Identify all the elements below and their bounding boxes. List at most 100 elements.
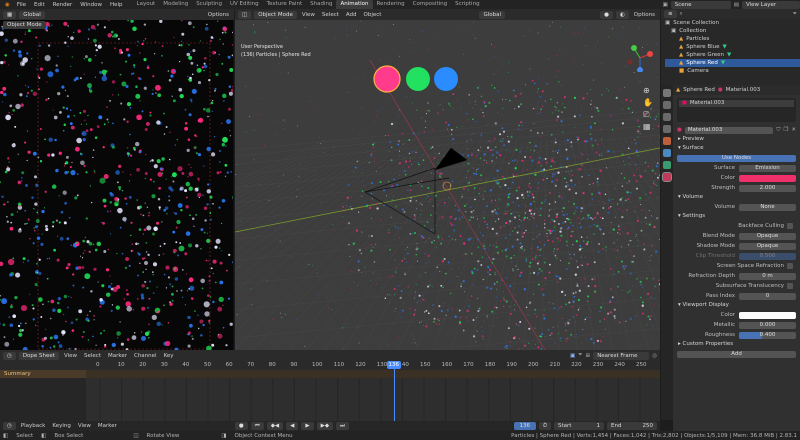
jump-start-icon[interactable]: ⏮: [250, 422, 264, 430]
scene-selector[interactable]: Scene: [670, 0, 731, 9]
viewport-menu-view[interactable]: View: [300, 12, 317, 18]
tool-tab-icon[interactable]: [663, 89, 671, 97]
preview-range-icon[interactable]: ⏱: [538, 422, 551, 430]
current-frame-indicator[interactable]: 136: [386, 361, 401, 369]
viewport-shading-material-icon[interactable]: ◐: [615, 10, 629, 19]
play-reverse-icon[interactable]: ◀: [286, 422, 299, 430]
use-nodes-button[interactable]: Use Nodes: [677, 154, 796, 162]
add-property-button[interactable]: Add: [677, 350, 796, 358]
outliner-search-icon[interactable]: ⌕: [680, 11, 683, 18]
timeline-editor-type-button[interactable]: ◷: [3, 422, 16, 430]
prev-key-icon[interactable]: ◆◀: [266, 422, 284, 430]
proportional-icon[interactable]: ◎: [652, 353, 657, 359]
record-icon[interactable]: ●: [234, 422, 248, 430]
workspace-tab-compositing[interactable]: Compositing: [409, 0, 451, 9]
outliner-item-scene-collection[interactable]: ▣ Scene Collection: [665, 19, 800, 27]
modifier-tab-icon[interactable]: [663, 149, 671, 157]
outliner-filter-icon[interactable]: ⏷: [793, 11, 797, 18]
copy-material-icon[interactable]: ❐: [783, 127, 788, 133]
left-mode-dropdown[interactable]: Object Mode: [3, 21, 46, 29]
3d-viewport[interactable]: User Perspective (136) Particles | Spher…: [235, 20, 660, 350]
dope-menu-channel[interactable]: Channel: [132, 353, 159, 359]
workspace-tab-uv-editing[interactable]: UV Editing: [226, 0, 263, 9]
workspace-tab-animation[interactable]: Animation: [336, 0, 373, 9]
subsurface-checkbox[interactable]: [787, 283, 793, 289]
summary-channel[interactable]: Summary: [0, 370, 86, 378]
outliner-item-sphere-green[interactable]: ▲ Sphere Green ▼: [665, 51, 800, 59]
sphere-blue[interactable]: [434, 67, 458, 91]
material-slot-list[interactable]: ● Material.003: [677, 98, 796, 122]
outliner-item-particles[interactable]: ▲ Particles: [665, 35, 800, 43]
timeline-marker-menu[interactable]: Marker: [96, 423, 119, 429]
pass-index-field[interactable]: 0: [739, 292, 796, 300]
snap-icon[interactable]: ⊞: [586, 353, 591, 359]
outliner-item-sphere-blue[interactable]: ▲ Sphere Blue ▼: [665, 43, 800, 51]
roughness-field[interactable]: 0.400: [739, 331, 796, 339]
dope-sheet[interactable]: ◷ Dope Sheet View Select Marker Channel …: [0, 350, 660, 440]
viewport-menu-add[interactable]: Add: [344, 12, 359, 18]
left-options-menu[interactable]: Options: [206, 12, 231, 18]
keying-menu[interactable]: Keying: [50, 423, 72, 429]
outliner-item-sphere-red[interactable]: ▲ Sphere Red ▼: [665, 59, 800, 67]
left-editor-type-button[interactable]: ▦: [3, 10, 17, 19]
material-name-field[interactable]: Material.003: [684, 126, 774, 134]
next-key-icon[interactable]: ▶◆: [316, 422, 334, 430]
metallic-field[interactable]: 0.000: [739, 321, 796, 329]
frame-ruler[interactable]: 0 10 20 30 40 50 60 70 80 90 100 110 120 130 140 150 160…: [0, 361, 660, 370]
ssr-checkbox[interactable]: [787, 263, 793, 269]
render-tab-icon[interactable]: [663, 101, 671, 109]
viewport-menu-select[interactable]: Select: [320, 12, 341, 18]
viewport-mode-dropdown[interactable]: Object Mode: [254, 10, 297, 19]
blender-logo-icon[interactable]: ◉: [2, 2, 13, 8]
workspace-tab-texture-paint[interactable]: Texture Paint: [263, 0, 307, 9]
dope-menu-select[interactable]: Select: [82, 353, 103, 359]
particles-tab-icon[interactable]: [663, 161, 671, 169]
menu-file[interactable]: File: [13, 2, 30, 8]
timeline-view-menu[interactable]: View: [76, 423, 93, 429]
preview-panel-header[interactable]: ▸ Preview: [673, 135, 800, 144]
surface-type-dropdown[interactable]: Emission: [739, 164, 796, 172]
blend-mode-dropdown[interactable]: Opaque: [739, 232, 796, 240]
frame-start-field[interactable]: Start 1: [554, 422, 604, 430]
dope-sheet-mode-dropdown[interactable]: Dope Sheet: [18, 351, 59, 360]
frame-end-field[interactable]: End 250: [607, 422, 657, 430]
outliner-item-camera[interactable]: ■ Camera: [665, 67, 800, 75]
menu-help[interactable]: Help: [106, 2, 127, 8]
play-icon[interactable]: ▶: [301, 422, 314, 430]
material-slot-item[interactable]: ● Material.003: [679, 100, 794, 107]
viewport-orientation-dropdown[interactable]: Global: [479, 10, 506, 19]
jump-end-icon[interactable]: ⏭: [336, 422, 350, 430]
viewport-shading-solid-icon[interactable]: ●: [600, 10, 613, 19]
output-tab-icon[interactable]: [663, 113, 671, 121]
workspace-tab-sculpting[interactable]: Sculpting: [192, 0, 226, 9]
sphere-red[interactable]: [373, 65, 401, 93]
refraction-depth-field[interactable]: 0 m: [739, 272, 796, 280]
only-selected-icon[interactable]: ▣: [570, 353, 575, 359]
backface-culling-checkbox[interactable]: [787, 223, 793, 229]
menu-edit[interactable]: Edit: [30, 2, 49, 8]
viewport-options-menu[interactable]: Options: [632, 12, 657, 18]
pan-hand-icon[interactable]: ✋: [643, 98, 657, 110]
volume-dropdown[interactable]: None: [739, 203, 796, 211]
clip-threshold-field[interactable]: 0.500: [739, 252, 796, 260]
surface-panel-header[interactable]: ▾ Surface: [673, 144, 800, 153]
fake-user-shield-icon[interactable]: ⛉: [776, 127, 780, 134]
camera-view-icon[interactable]: ⎚: [643, 110, 657, 122]
workspace-tab-scripting[interactable]: Scripting: [451, 0, 483, 9]
emission-strength-field[interactable]: 2.000: [739, 184, 796, 192]
outliner[interactable]: ≡ ⌕ ⏷ ▣ Scene Collection ▣ Collection ▲ Par…: [661, 9, 800, 85]
viewport-menu-object[interactable]: Object: [362, 12, 384, 18]
menu-window[interactable]: Window: [76, 2, 106, 8]
workspace-tab-rendering[interactable]: Rendering: [373, 0, 409, 9]
material-browse-icon[interactable]: ●: [677, 127, 682, 133]
sphere-green[interactable]: [406, 67, 430, 91]
filter-icon[interactable]: ⏷: [578, 352, 582, 359]
workspace-tab-modeling[interactable]: Modeling: [159, 0, 192, 9]
grid-toggle-icon[interactable]: ▦: [643, 122, 657, 134]
volume-panel-header[interactable]: ▾ Volume: [673, 193, 800, 202]
material-tab-icon[interactable]: [662, 172, 672, 182]
current-frame-field[interactable]: 136: [513, 422, 536, 430]
scene-tab-icon[interactable]: [663, 125, 671, 133]
dope-menu-key[interactable]: Key: [162, 353, 176, 359]
vd-color-swatch[interactable]: [739, 311, 796, 319]
